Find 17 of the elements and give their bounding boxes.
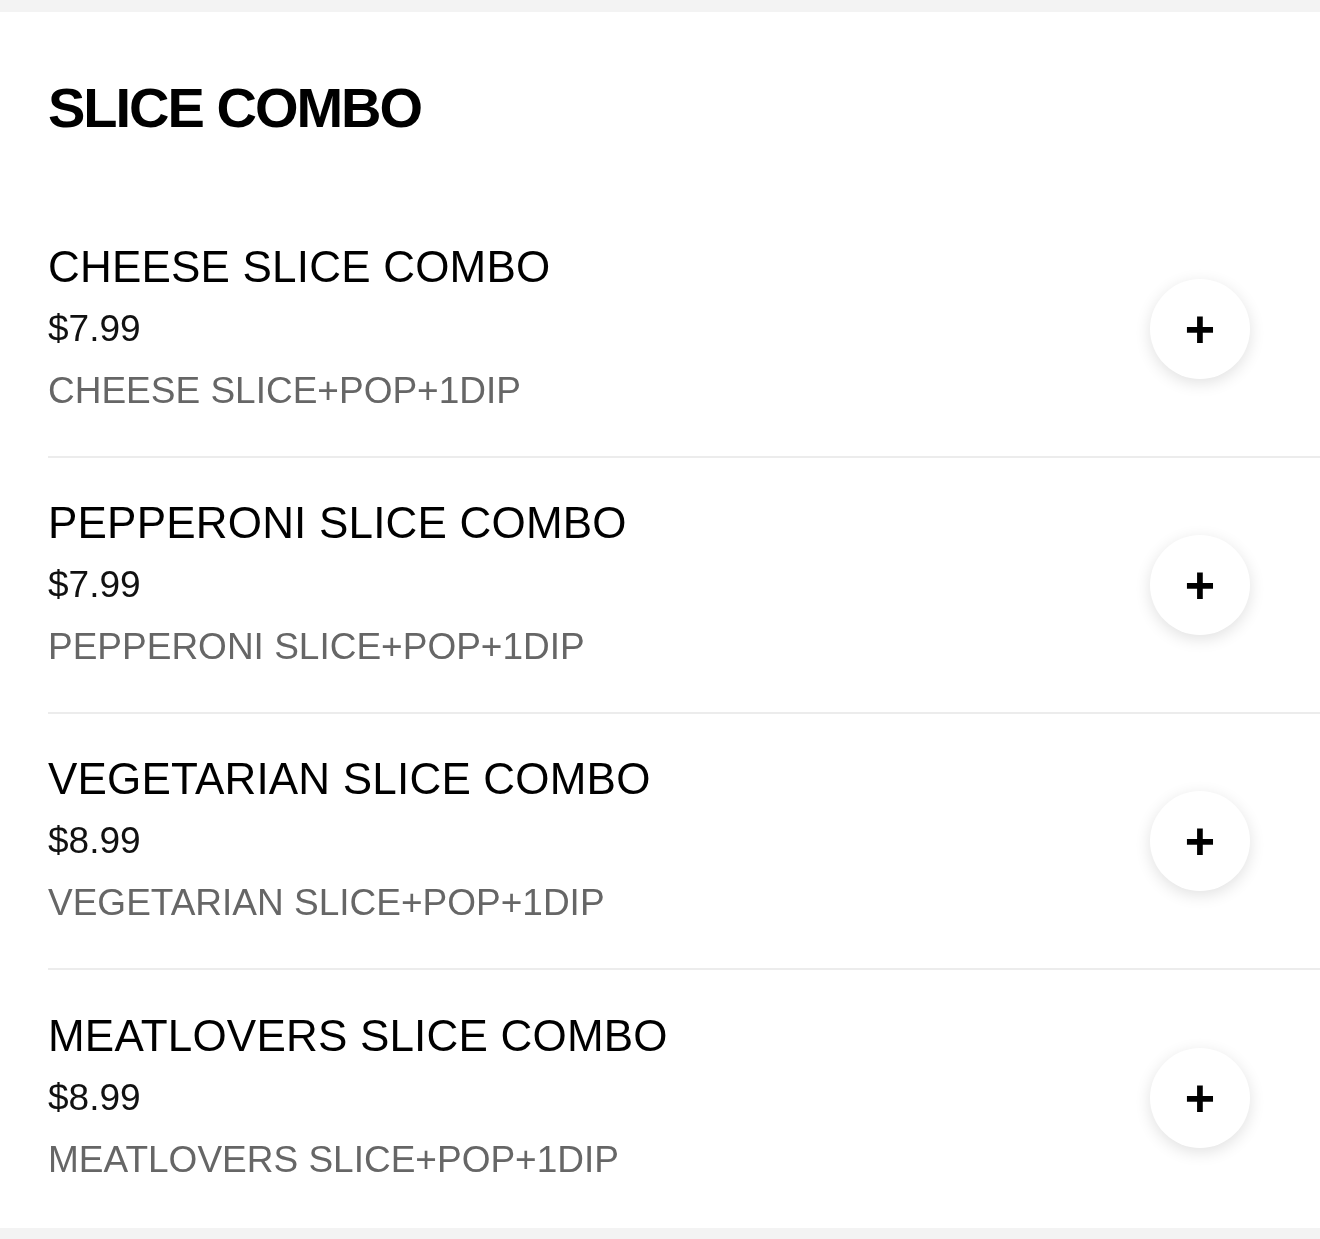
item-description: MEATLOVERS SLICE+POP+1DIP — [48, 1138, 619, 1182]
item-name: CHEESE SLICE COMBO — [48, 241, 551, 293]
add-button[interactable]: + — [1150, 279, 1250, 379]
item-description: CHEESE SLICE+POP+1DIP — [48, 369, 521, 413]
item-description: VEGETARIAN SLICE+POP+1DIP — [48, 881, 605, 925]
item-name: MEATLOVERS SLICE COMBO — [48, 1010, 668, 1062]
item-price: $8.99 — [48, 1076, 141, 1120]
add-button[interactable]: + — [1150, 535, 1250, 635]
item-name: PEPPERONI SLICE COMBO — [48, 497, 627, 549]
item-name: VEGETARIAN SLICE COMBO — [48, 753, 651, 805]
add-button[interactable]: + — [1150, 1048, 1250, 1148]
item-description: PEPPERONI SLICE+POP+1DIP — [48, 625, 585, 669]
item-price: $7.99 — [48, 563, 141, 607]
item-price: $8.99 — [48, 819, 141, 863]
section-title: SLICE COMBO — [48, 75, 423, 141]
item-price: $7.99 — [48, 307, 141, 351]
add-button[interactable]: + — [1150, 791, 1250, 891]
